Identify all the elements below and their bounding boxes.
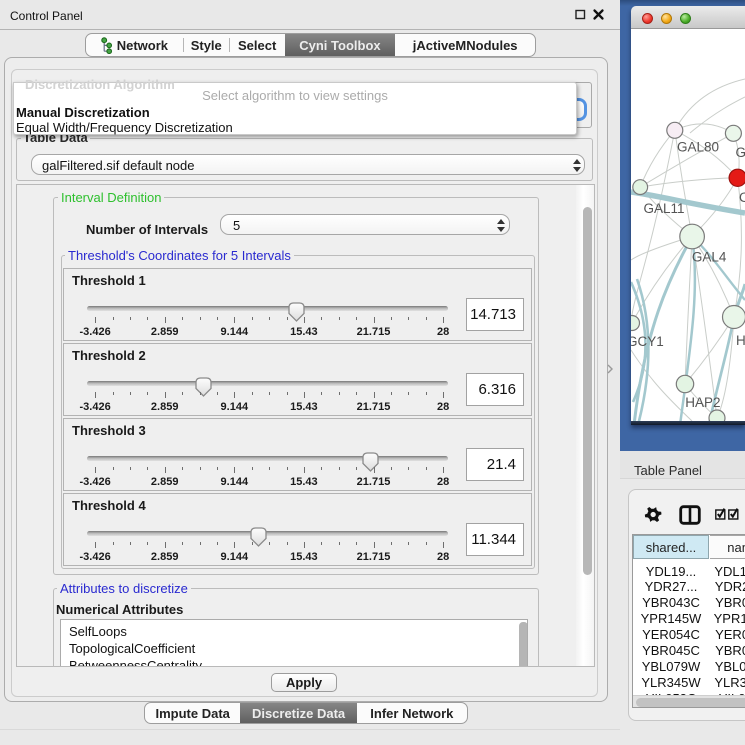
svg-text:GAL1: GAL1 xyxy=(736,145,745,160)
svg-text:GCY1: GCY1 xyxy=(631,334,664,349)
svg-text:GAL80: GAL80 xyxy=(677,140,719,155)
svg-text:HAP2: HAP2 xyxy=(685,395,720,410)
svg-text:GAL11: GAL11 xyxy=(644,201,685,216)
svg-text:CYC: CYC xyxy=(739,190,745,205)
svg-text:HIS: HIS xyxy=(736,333,745,348)
svg-text:GAL4: GAL4 xyxy=(692,250,727,265)
